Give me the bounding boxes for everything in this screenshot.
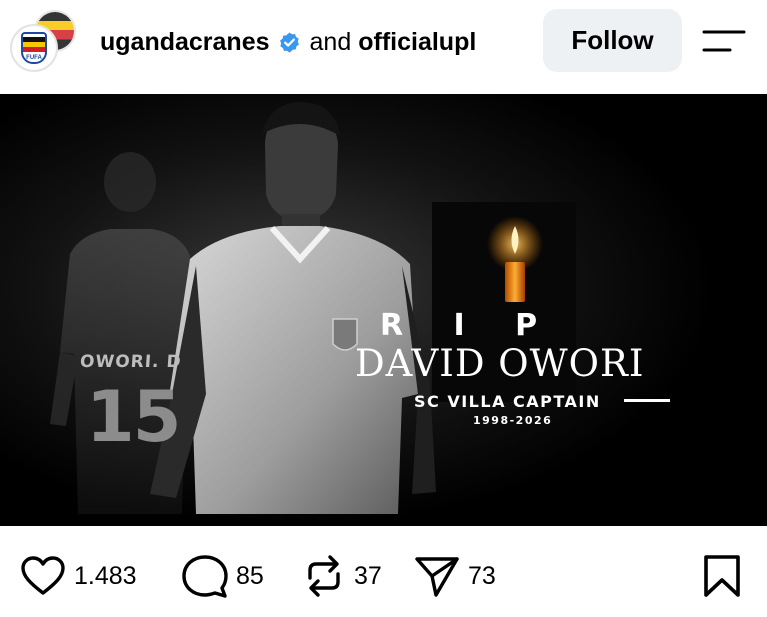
menu-lines-icon[interactable]: [702, 28, 746, 54]
post-actions: 1.483 85 37 73: [0, 540, 767, 612]
avatar-stack[interactable]: FUFA: [10, 6, 76, 72]
like-button[interactable]: 1.483: [20, 554, 137, 598]
owner-username-primary[interactable]: ugandacranes: [100, 28, 270, 57]
share-count: 73: [468, 561, 496, 590]
role-divider: [624, 399, 670, 402]
avatar-ugandacranes[interactable]: FUFA: [10, 24, 58, 72]
comment-count: 85: [236, 561, 264, 590]
repost-icon: [308, 555, 340, 597]
fufa-crest-icon: FUFA: [21, 32, 47, 64]
heart-icon: [21, 556, 65, 595]
jersey-number: 15: [86, 376, 181, 458]
memorial-name: DAVID OWORI: [355, 342, 645, 385]
memorial-years: 1998-2026: [473, 414, 553, 427]
repost-button[interactable]: 37: [302, 554, 382, 598]
post-image[interactable]: OWORI. D 15 R I P DAVID OWORI SC VILLA C…: [0, 94, 767, 526]
share-button[interactable]: 73: [414, 554, 496, 598]
comment-button[interactable]: 85: [182, 554, 264, 598]
post-header: FUFA ugandacranes and officialupl Follow: [0, 0, 767, 84]
like-count: 1.483: [74, 561, 137, 590]
owner-username-secondary[interactable]: officialupl: [358, 28, 476, 57]
comment-icon: [182, 555, 228, 598]
bookmark-button[interactable]: [700, 554, 744, 598]
repost-count: 37: [354, 561, 382, 590]
avatar-text: FUFA: [26, 55, 42, 61]
post-owners: ugandacranes and officialupl: [100, 24, 476, 60]
bookmark-icon: [704, 555, 740, 597]
follow-button[interactable]: Follow: [543, 9, 682, 72]
memorial-role: SC VILLA CAPTAIN: [414, 392, 601, 411]
rip-title: R I P: [380, 308, 558, 343]
jersey-name: OWORI. D: [79, 352, 183, 372]
send-icon: [415, 557, 459, 597]
owner-connector: and: [309, 27, 352, 56]
verified-badge-icon: [278, 31, 301, 54]
